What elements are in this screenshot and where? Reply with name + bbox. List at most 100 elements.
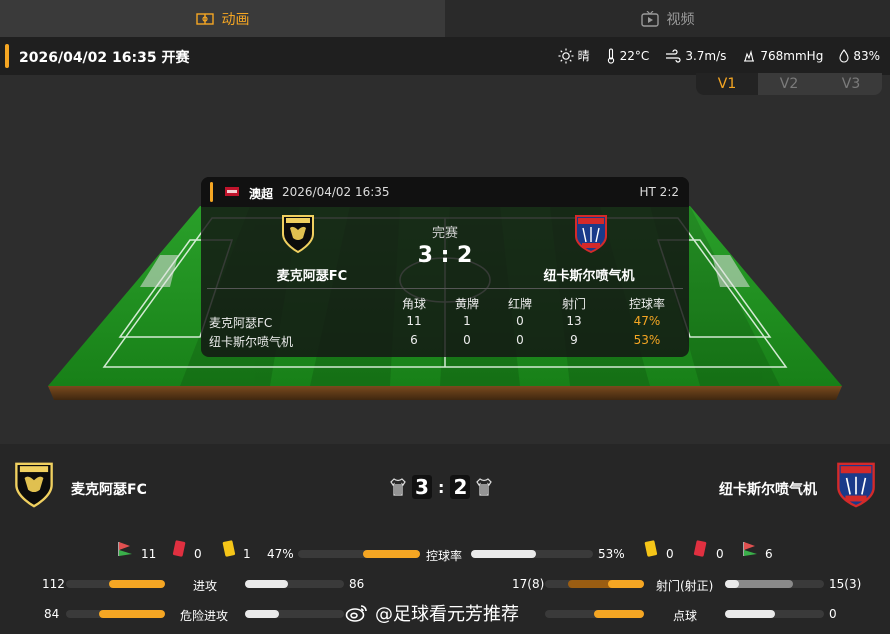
humidity-text: 83% (853, 48, 880, 63)
stats-row-away: 纽卡斯尔喷气机 6 0 0 9 53% (209, 333, 681, 352)
away-score: 2 (450, 475, 471, 499)
header-accent (210, 182, 213, 202)
away-attacks-bar (245, 580, 288, 588)
home-dangerous-track (66, 610, 165, 618)
stats-header-row: 角球 黄牌 红牌 射门 控球率 (209, 295, 681, 314)
weather-condition: 晴 (558, 47, 590, 64)
col-corners: 角球 (401, 297, 426, 311)
away-possession-track (471, 550, 593, 558)
temperature-text: 22°C (619, 48, 650, 63)
home-red-cards: 0 (194, 547, 202, 561)
away-team-name: 纽卡斯尔喷气机 (719, 482, 817, 498)
view-tab-v3[interactable]: V3 (820, 73, 882, 95)
card-home-team: 麦克阿瑟FC (276, 269, 348, 284)
away-jersey-icon (476, 478, 493, 496)
row-shots: 9 (570, 333, 578, 347)
weather-text: 晴 (577, 49, 590, 63)
away-yellow-cards: 0 (666, 547, 674, 561)
row-possession: 53% (633, 333, 661, 347)
league-logo-icon (225, 187, 239, 196)
home-crest-large-icon (15, 462, 53, 508)
home-shots-track (545, 580, 644, 588)
dangerous-attacks-label: 危险进攻 (180, 609, 229, 623)
red-card-icon (172, 540, 186, 557)
possession-label: 控球率 (426, 549, 463, 563)
home-penalty-track (545, 610, 644, 618)
home-shots-on-target-bar (608, 580, 644, 588)
row-corners: 6 (410, 333, 418, 347)
pressure-text: 768mmHg (760, 48, 824, 63)
weather-info: 晴 22°C 3.7m/s 768mmHg 83% (558, 47, 880, 64)
away-penalties: 0 (829, 607, 837, 621)
pressure-icon (744, 49, 755, 62)
accent-bar (5, 44, 9, 68)
match-info-bar: 2026/04/02 16:35 开赛 晴 22°C 3.7m/s 768mmH… (0, 37, 890, 75)
pitch-icon (195, 12, 214, 25)
row-team: 麦克阿瑟FC (209, 316, 273, 330)
scoreboard: 3 : 2 (390, 475, 493, 499)
home-dangerous-attacks: 84 (44, 607, 60, 621)
row-corners: 11 (406, 314, 422, 328)
wind-text: 3.7m/s (685, 48, 727, 63)
score-card-header: 澳超 2026/04/02 16:35 HT 2:2 (201, 177, 689, 207)
view-tab-v2[interactable]: V2 (758, 73, 820, 95)
yellow-card-icon (222, 540, 236, 557)
tab-video-label: 视频 (666, 11, 695, 28)
row-yellow: 1 (463, 314, 471, 328)
attacks-label: 进攻 (193, 579, 218, 593)
row-possession: 47% (633, 314, 661, 328)
wind: 3.7m/s (665, 49, 726, 63)
home-corners: 11 (141, 547, 157, 561)
penalty-label: 点球 (673, 609, 698, 623)
tab-animation-label: 动画 (221, 11, 250, 28)
away-corners: 6 (765, 547, 773, 561)
sun-icon (558, 48, 574, 63)
tv-icon (640, 10, 659, 27)
home-possession: 47% (267, 547, 294, 561)
pressure: 768mmHg (742, 49, 823, 63)
col-shots: 射门 (561, 297, 586, 311)
droplet-icon (839, 48, 849, 63)
score-colon: : (438, 477, 445, 497)
view-tab-v1[interactable]: V1 (696, 73, 758, 95)
temperature: 22°C (606, 47, 650, 64)
away-dangerous-bar (245, 610, 279, 618)
weibo-icon (345, 605, 367, 622)
away-possession: 53% (598, 547, 625, 561)
watermark: @足球看元芳推荐 (345, 600, 519, 626)
card-datetime: 2026/04/02 16:35 (282, 185, 390, 199)
shots-label: 射门(射正) (656, 579, 714, 593)
away-shots-track (725, 580, 824, 588)
away-possession-bar (471, 550, 536, 558)
home-attacks: 112 (42, 577, 65, 591)
home-jersey-icon (390, 478, 406, 496)
row-team: 纽卡斯尔喷气机 (209, 335, 294, 349)
kickoff-datetime: 2026/04/02 16:35 开赛 (19, 50, 190, 66)
away-red-cards: 0 (716, 547, 724, 561)
row-red: 0 (516, 333, 524, 347)
card-away-team: 纽卡斯尔喷气机 (543, 269, 635, 284)
home-attacks-track (66, 580, 165, 588)
away-attacks: 86 (349, 577, 365, 591)
match-status: 完赛 (431, 226, 458, 241)
wind-icon (666, 48, 681, 63)
home-possession-track (298, 550, 420, 558)
row-yellow: 0 (463, 333, 471, 347)
home-attacks-bar (109, 580, 165, 588)
red-card-icon (693, 540, 707, 557)
away-attacks-track (245, 580, 344, 588)
humidity: 83% (839, 49, 880, 63)
halftime-score: HT 2:2 (639, 185, 679, 199)
away-shots: 15(3) (829, 577, 862, 591)
tab-animation[interactable]: 动画 (0, 0, 445, 37)
thermometer-icon (607, 47, 614, 64)
yellow-card-icon (644, 540, 658, 557)
home-team-name: 麦克阿瑟FC (71, 482, 147, 498)
home-score: 3 (412, 475, 432, 499)
home-shots: 17(8) (512, 577, 545, 591)
col-possession: 控球率 (628, 297, 665, 311)
away-crest-large-icon (837, 462, 875, 508)
tab-video[interactable]: 视频 (445, 0, 890, 37)
row-shots: 13 (566, 314, 582, 328)
away-penalty-track (725, 610, 824, 618)
